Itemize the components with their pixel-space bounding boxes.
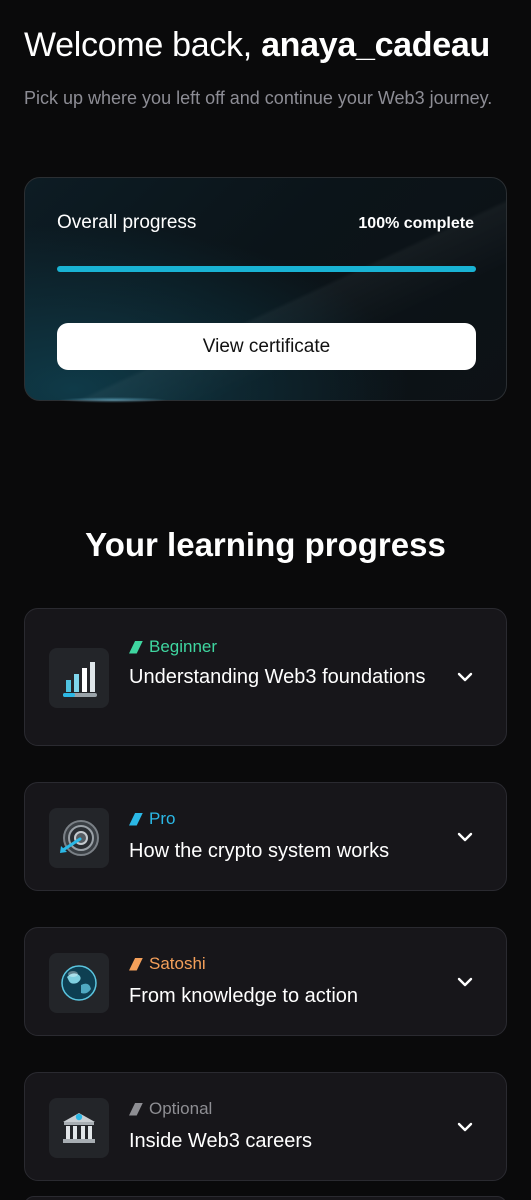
course-tier: Beginner [129,637,217,657]
welcome-subtitle: Pick up where you left off and continue … [24,88,493,108]
tier-label: Beginner [149,637,218,656]
welcome-prefix: Welcome back, [24,26,252,64]
tier-slash-icon [129,640,143,654]
tier-slash-icon [129,957,143,971]
tier-slash-icon [129,812,143,826]
course-card-beginner[interactable]: Beginner Understanding Web3 foundations [24,608,507,746]
overall-progress-fill [57,266,476,272]
course-tier: Pro [129,809,175,829]
learning-progress-title: Your learning progress [85,526,446,563]
tier-label: Optional [149,1099,213,1118]
view-certificate-button[interactable]: View certificate [57,323,476,370]
course-title: Understanding Web3 foundations [129,666,426,688]
course-title: Inside Web3 careers [129,1130,313,1152]
bank-icon [49,1098,109,1158]
tier-label: Pro [149,809,176,828]
chevron-down-icon[interactable] [454,1116,476,1138]
course-tier: Satoshi [129,954,206,974]
overall-progress-label: Overall progress [57,212,197,233]
target-icon [49,808,109,868]
bar-chart-icon [49,648,109,708]
overall-progress-percent: 100% complete [358,215,474,232]
overall-progress-card: Overall progress 100% complete View cert… [24,177,507,401]
username: anaya_cadeau [261,26,490,64]
globe-icon [49,953,109,1013]
course-card-partial[interactable] [24,1196,507,1200]
course-tier: Optional [129,1099,212,1119]
chevron-down-icon[interactable] [454,826,476,848]
course-card-pro[interactable]: Pro How the crypto system works [24,782,507,891]
chevron-down-icon[interactable] [454,666,476,688]
course-card-satoshi[interactable]: Satoshi From knowledge to action [24,927,507,1036]
page: Welcome back, anaya_cadeau Pick up where… [0,0,531,1200]
chevron-down-icon[interactable] [454,971,476,993]
overall-progress-bar [57,266,476,272]
tier-label: Satoshi [149,954,206,973]
tier-slash-icon [129,1102,143,1116]
course-title: How the crypto system works [129,840,390,862]
course-card-optional[interactable]: Optional Inside Web3 careers [24,1072,507,1181]
course-title: From knowledge to action [129,985,359,1007]
card-glow [58,397,168,403]
welcome-heading: Welcome back, anaya_cadeau [24,26,490,65]
